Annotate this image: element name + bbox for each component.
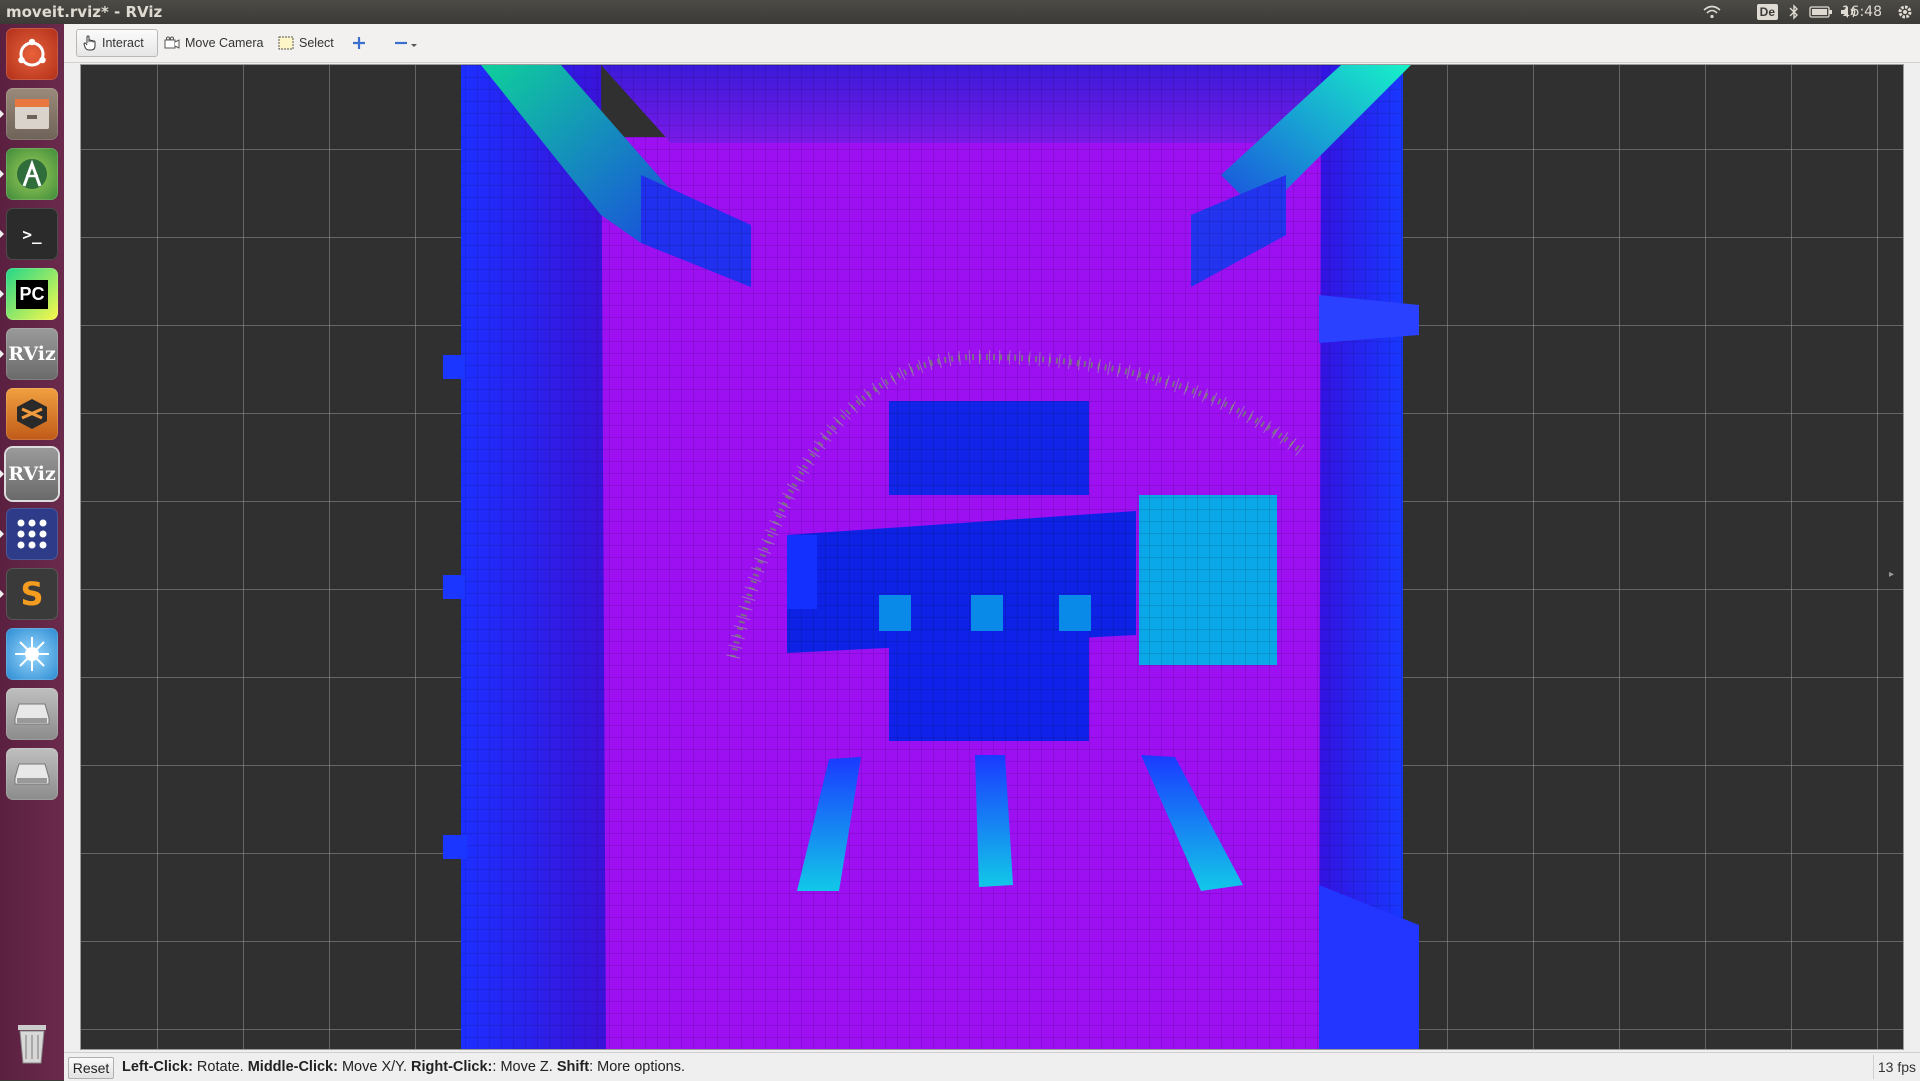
select-rect-icon <box>278 36 294 50</box>
add-tool-button[interactable] <box>346 29 372 57</box>
terminal-icon[interactable]: >_ <box>6 208 58 260</box>
wifi-icon[interactable] <box>1700 0 1724 24</box>
drive-icon-2[interactable] <box>6 748 58 800</box>
mouse-hints: Left-Click: Rotate. Middle-Click: Move X… <box>122 1059 685 1075</box>
keyboard-layout-icon[interactable]: De <box>1756 4 1778 20</box>
move-camera-tool-button[interactable]: Move Camera <box>158 29 270 57</box>
battery-icon[interactable] <box>1808 0 1834 24</box>
rviz-window: Interact Move Camera Select ▸ Reset Left… <box>64 24 1920 1081</box>
pycharm-icon[interactable]: PC <box>6 268 58 320</box>
trash-icon[interactable] <box>6 1016 58 1068</box>
interact-label: Interact <box>102 36 144 50</box>
fps-readout: 13 fps <box>1872 1055 1920 1079</box>
drive-icon[interactable] <box>6 688 58 740</box>
remove-tool-button[interactable] <box>388 29 424 57</box>
camera-icon <box>164 36 180 49</box>
move-camera-label: Move Camera <box>185 36 264 50</box>
app-grid-icon[interactable] <box>6 508 58 560</box>
android-studio-icon[interactable] <box>6 148 58 200</box>
rviz-icon[interactable]: RViz <box>6 328 58 380</box>
reset-button[interactable]: Reset <box>68 1057 114 1079</box>
select-tool-button[interactable]: Select <box>272 29 340 57</box>
3d-viewport[interactable]: ▸ ▸ <box>80 64 1904 1050</box>
top-panel: moveit.rviz* - RViz De 16:48 <box>0 0 1920 24</box>
window-title: moveit.rviz* - RViz <box>6 3 163 21</box>
minus-dropdown-icon <box>395 41 417 47</box>
clock[interactable]: 16:48 <box>1842 0 1882 24</box>
hand-pointer-icon <box>83 35 96 51</box>
select-label: Select <box>299 36 334 50</box>
svg-text:▸: ▸ <box>1889 569 1894 580</box>
sublime-text-icon[interactable]: S <box>6 568 58 620</box>
status-bar: Reset Left-Click: Rotate. Middle-Click: … <box>64 1052 1920 1081</box>
toolbar: Interact Move Camera Select <box>64 24 1920 63</box>
interact-tool-button[interactable]: Interact <box>76 29 158 57</box>
files-icon[interactable] <box>6 88 58 140</box>
scene-render: ▸ <box>81 65 1903 1049</box>
sublime-merge-icon[interactable] <box>6 388 58 440</box>
bluetooth-icon[interactable] <box>1786 0 1802 24</box>
gear-icon[interactable] <box>1894 0 1916 24</box>
plus-icon <box>353 37 365 49</box>
gazebo-icon[interactable] <box>6 628 58 680</box>
rviz-icon-2[interactable]: RViz <box>6 448 58 500</box>
launcher: >_ PC RViz RViz S <box>0 24 65 1080</box>
ubuntu-dash-icon[interactable] <box>6 28 58 80</box>
